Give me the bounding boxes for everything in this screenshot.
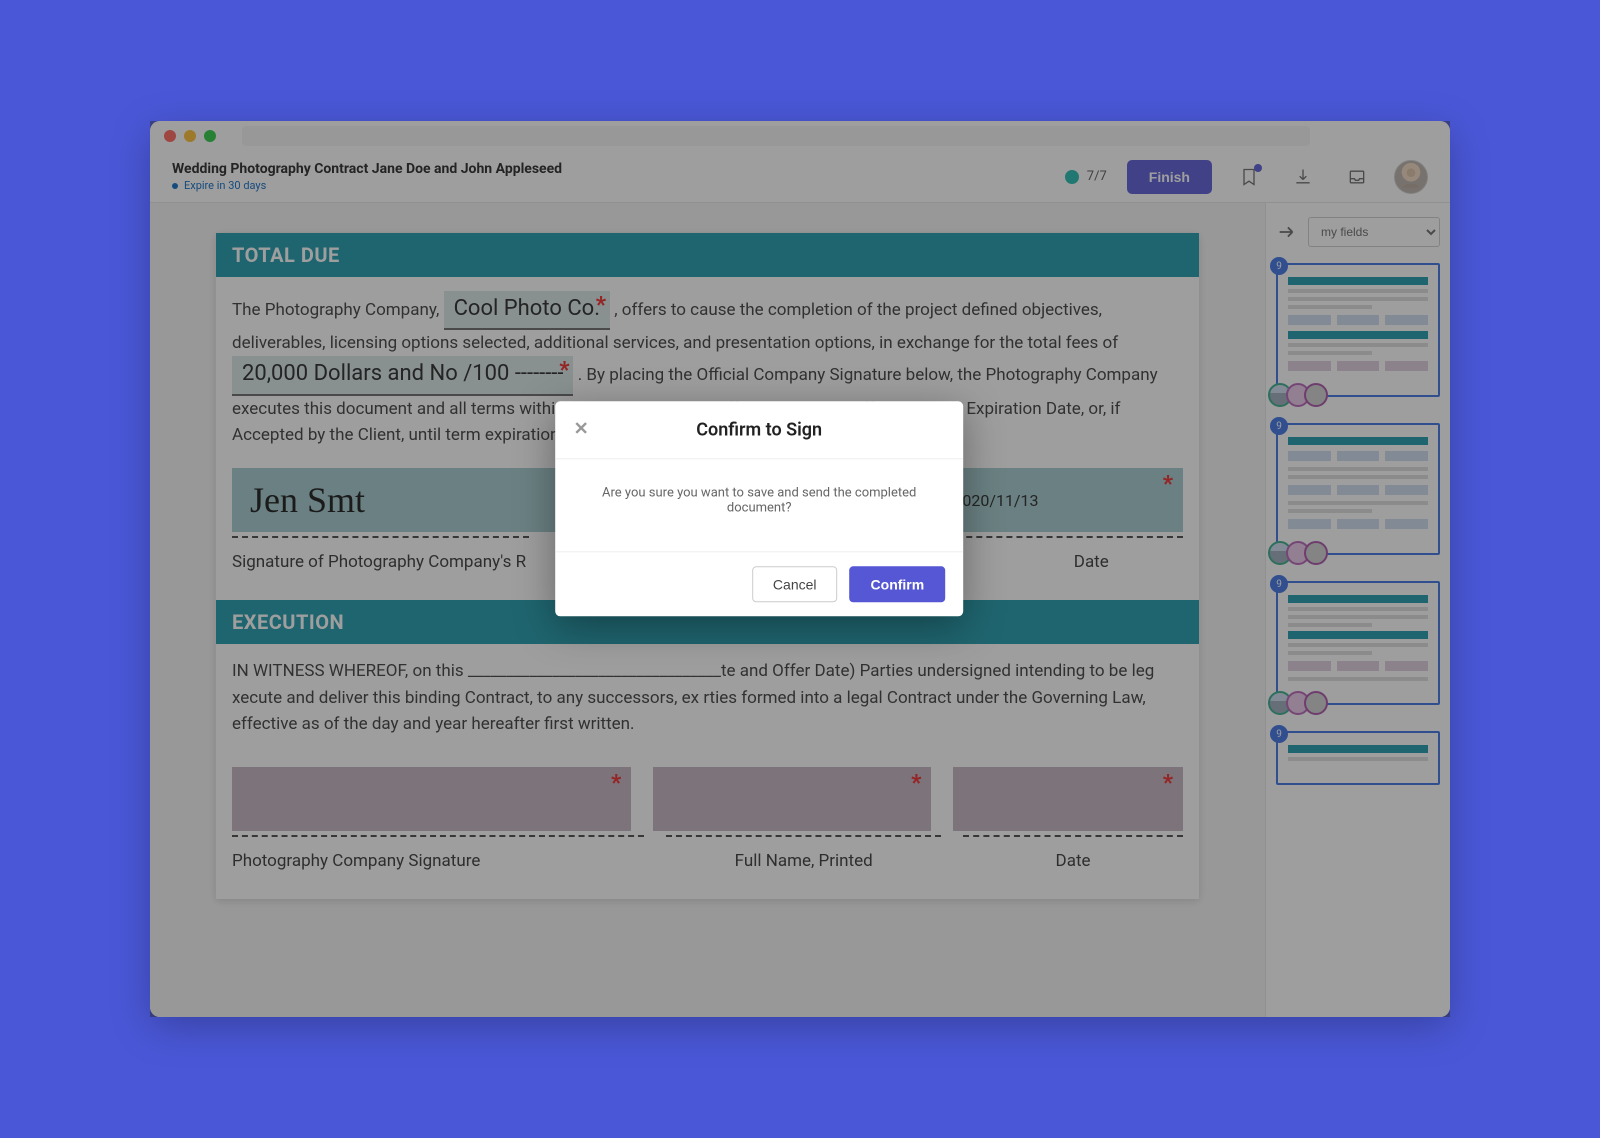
modal-title: Confirm to Sign — [696, 419, 822, 440]
modal-close-button[interactable]: ✕ — [569, 417, 593, 441]
confirm-sign-modal: ✕ Confirm to Sign Are you sure you want … — [555, 401, 963, 616]
confirm-button[interactable]: Confirm — [850, 566, 946, 602]
modal-body-text: Are you sure you want to save and send t… — [555, 459, 963, 551]
cancel-button[interactable]: Cancel — [752, 566, 838, 602]
close-icon: ✕ — [574, 418, 589, 439]
